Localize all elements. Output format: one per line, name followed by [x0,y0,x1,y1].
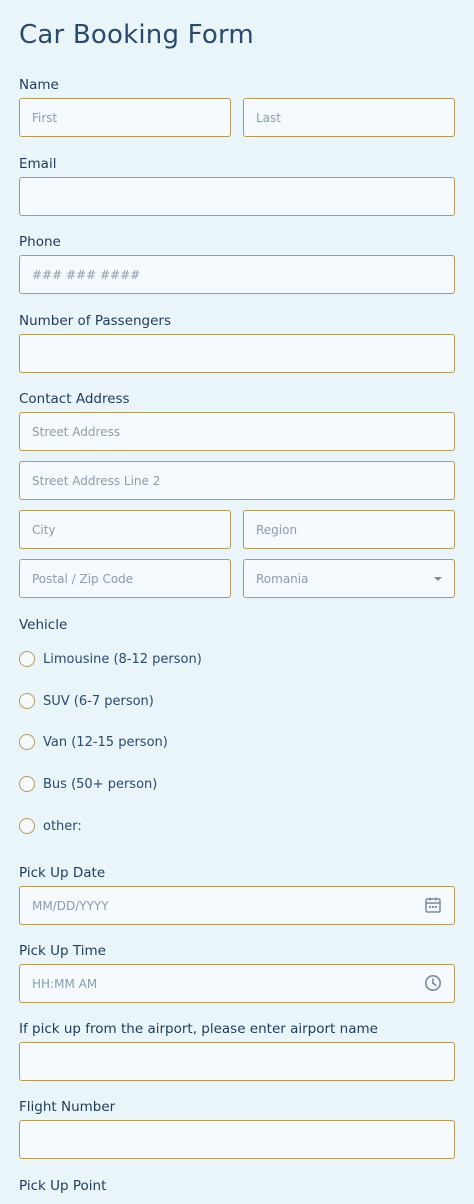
vehicle-option-bus[interactable]: Bus (50+ person) [19,775,157,793]
phone-input[interactable]: ### ### #### [19,255,455,294]
flight-number-label: Flight Number [19,1099,116,1115]
pickup-time-placeholder: HH:MM AM [32,976,98,991]
street-address-line2-input[interactable]: Street Address Line 2 [19,461,455,500]
email-label: Email [19,156,57,172]
last-name-input[interactable]: Last [243,98,455,137]
radio-button[interactable] [19,818,35,834]
phone-placeholder: ### ### #### [32,267,141,282]
page-title: Car Booking Form [19,20,254,50]
email-field[interactable] [19,177,455,216]
street-address-input[interactable]: Street Address [19,412,455,451]
pickup-date-label: Pick Up Date [19,865,106,881]
radio-label: Van (12-15 person) [43,734,168,750]
street-address-placeholder: Street Address [32,424,121,439]
radio-label: SUV (6-7 person) [43,693,154,709]
pickup-time-label: Pick Up Time [19,943,106,959]
chevron-down-icon [434,577,442,581]
street-address-line2-placeholder: Street Address Line 2 [32,473,161,488]
pickup-time-input[interactable]: HH:MM AM [19,964,455,1003]
airport-name-input[interactable] [19,1042,455,1081]
vehicle-option-suv[interactable]: SUV (6-7 person) [19,692,154,710]
vehicle-option-limousine[interactable]: Limousine (8-12 person) [19,650,202,668]
country-value: Romania [256,571,309,586]
region-input[interactable]: Region [243,510,455,549]
phone-label: Phone [19,234,61,250]
city-placeholder: City [32,522,56,537]
pickup-point-label: Pick Up Point [19,1178,107,1194]
vehicle-option-other[interactable]: other: [19,817,82,835]
zip-code-placeholder: Postal / Zip Code [32,571,134,586]
airport-label: If pick up from the airport, please ente… [19,1021,378,1037]
passengers-label: Number of Passengers [19,313,172,329]
calendar-icon[interactable] [424,896,442,914]
country-select[interactable]: Romania [243,559,455,598]
radio-label: Limousine (8-12 person) [43,651,202,667]
first-name-placeholder: First [32,110,58,125]
last-name-placeholder: Last [256,110,281,125]
radio-label: other: [43,818,82,834]
name-label: Name [19,77,59,93]
vehicle-option-van[interactable]: Van (12-15 person) [19,733,168,751]
pickup-date-input[interactable]: MM/DD/YYYY [19,886,455,925]
region-placeholder: Region [256,522,298,537]
radio-button[interactable] [19,693,35,709]
flight-number-input[interactable] [19,1120,455,1159]
address-label: Contact Address [19,391,130,407]
radio-button[interactable] [19,651,35,667]
city-input[interactable]: City [19,510,231,549]
radio-button[interactable] [19,734,35,750]
clock-icon[interactable] [424,974,442,992]
zip-code-input[interactable]: Postal / Zip Code [19,559,231,598]
radio-button[interactable] [19,776,35,792]
booking-form-page: Car Booking Form Name First Last Email P… [0,0,474,1204]
passengers-input[interactable] [19,334,455,373]
radio-label: Bus (50+ person) [43,776,158,792]
vehicle-label: Vehicle [19,617,68,633]
pickup-date-placeholder: MM/DD/YYYY [32,898,109,913]
first-name-input[interactable]: First [19,98,231,137]
